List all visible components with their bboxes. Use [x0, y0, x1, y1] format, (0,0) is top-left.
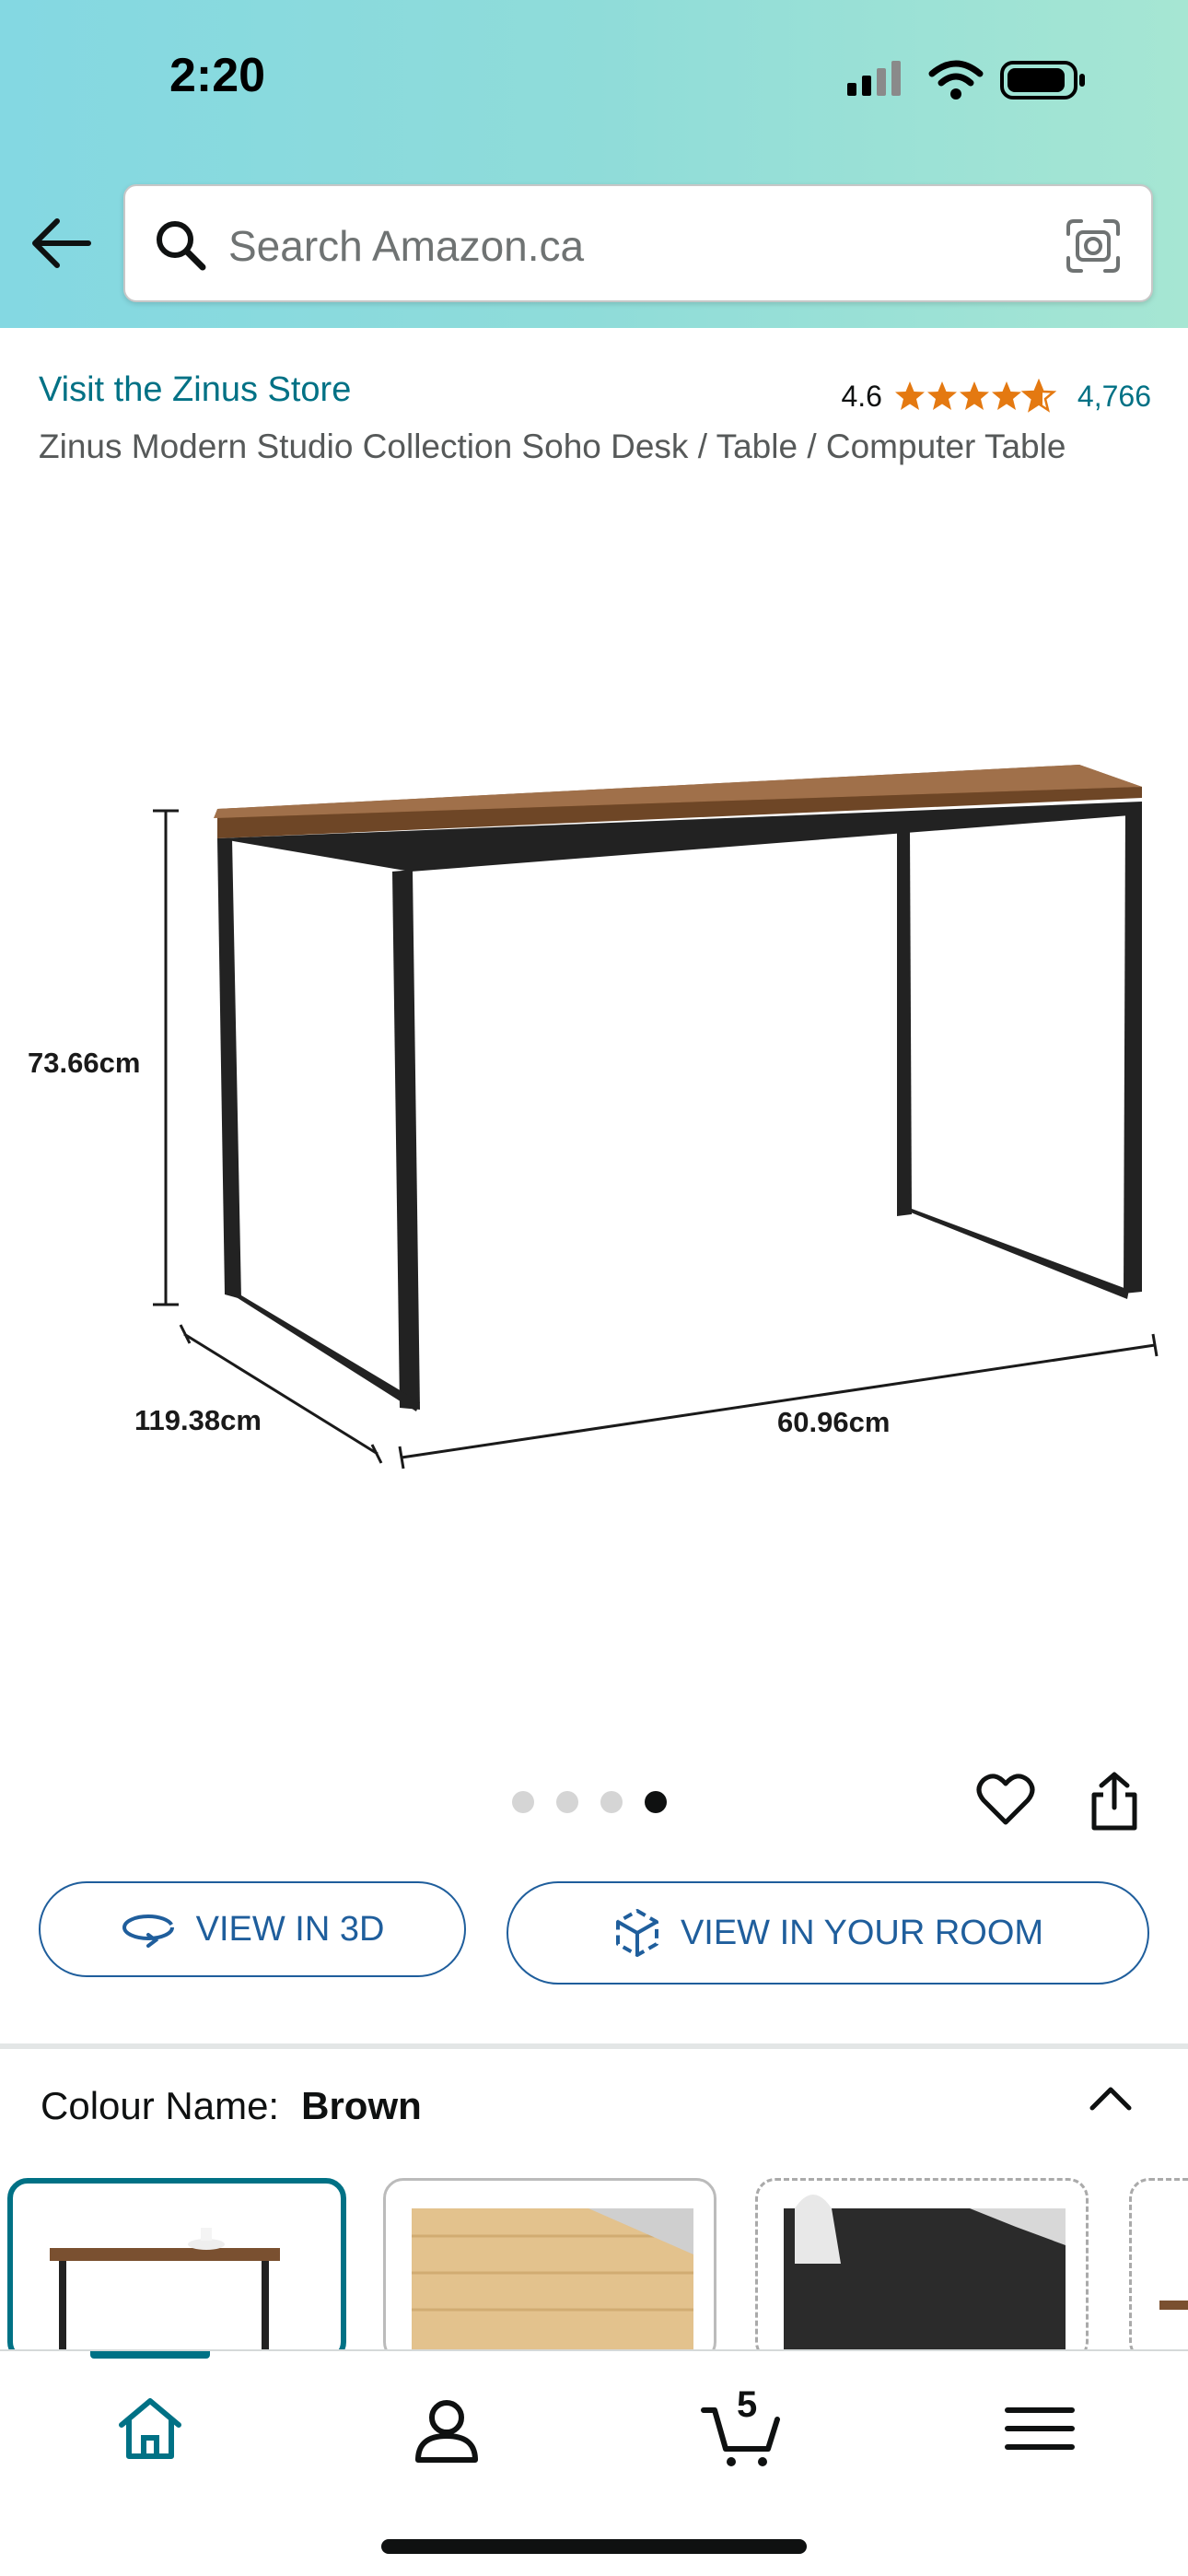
colour-label: Colour Name: [41, 2084, 280, 2127]
search-icon [157, 221, 206, 271]
search-input[interactable]: Search Amazon.ca [123, 184, 1153, 302]
dimension-height-label: 73.66cm [28, 1047, 141, 1079]
battery-icon [1000, 61, 1085, 100]
back-arrow-icon[interactable] [29, 216, 94, 271]
swatch-image [1159, 2301, 1188, 2310]
signal-icon [847, 61, 901, 96]
home-indicator [381, 2539, 807, 2554]
chevron-up-icon[interactable] [1087, 2082, 1135, 2113]
colour-swatch-black[interactable] [755, 2178, 1089, 2362]
rating-row[interactable]: 4.6 4,766 [841, 374, 1151, 418]
pagination-dot-active[interactable] [645, 1791, 667, 1813]
view-in-3d-label: VIEW IN 3D [195, 1909, 385, 1949]
dimension-depth-label: 119.38cm [134, 1404, 262, 1436]
wifi-icon [928, 60, 984, 100]
pagination-dot[interactable] [600, 1791, 623, 1813]
colour-swatch-natural[interactable] [383, 2178, 716, 2362]
pagination-dot[interactable] [556, 1791, 578, 1813]
header: 2:20 Search Amazon.ca [0, 0, 1188, 328]
swatch-image [50, 2228, 280, 2357]
account-icon[interactable] [405, 2388, 488, 2471]
nav-active-indicator [90, 2351, 210, 2359]
star-rating-icon [894, 380, 1055, 412]
swatch-image [784, 2195, 1066, 2359]
swatch-image [412, 2208, 693, 2359]
view-in-3d-button[interactable]: VIEW IN 3D [39, 1881, 466, 1977]
pagination-dot[interactable] [512, 1791, 534, 1813]
store-link[interactable]: Visit the Zinus Store [39, 370, 351, 410]
colour-value: Brown [301, 2084, 422, 2127]
heart-icon[interactable] [976, 1773, 1035, 1828]
view-in-your-room-button[interactable]: VIEW IN YOUR ROOM [507, 1881, 1149, 1985]
dimension-lines [153, 809, 1159, 1469]
colour-selector[interactable]: Colour Name: Brown [41, 2084, 422, 2128]
camera-lens-icon[interactable] [1065, 217, 1122, 275]
product-title: Zinus Modern Studio Collection Soho Desk… [39, 427, 1066, 465]
home-icon[interactable] [109, 2388, 192, 2471]
view-in-your-room-label: VIEW IN YOUR ROOM [680, 1913, 1044, 1952]
search-placeholder: Search Amazon.ca [228, 222, 585, 270]
colour-swatch-more[interactable] [1129, 2178, 1188, 2362]
status-icons [847, 60, 1085, 100]
menu-icon[interactable] [998, 2388, 1081, 2471]
section-divider [0, 2043, 1188, 2049]
share-icon[interactable] [1089, 1771, 1140, 1832]
rating-count: 4,766 [1077, 379, 1151, 413]
rotate-3d-icon [122, 1914, 174, 1948]
colour-swatch-brown[interactable] [7, 2178, 346, 2362]
table-frame [217, 802, 1142, 1411]
status-time: 2:20 [169, 49, 266, 102]
rating-value: 4.6 [841, 379, 882, 413]
ar-cube-icon [615, 1909, 658, 1957]
product-image[interactable] [0, 700, 1188, 1511]
cart-count-badge: 5 [737, 2384, 758, 2425]
dimension-width-label: 60.96cm [777, 1406, 891, 1438]
image-pagination[interactable] [512, 1791, 667, 1813]
